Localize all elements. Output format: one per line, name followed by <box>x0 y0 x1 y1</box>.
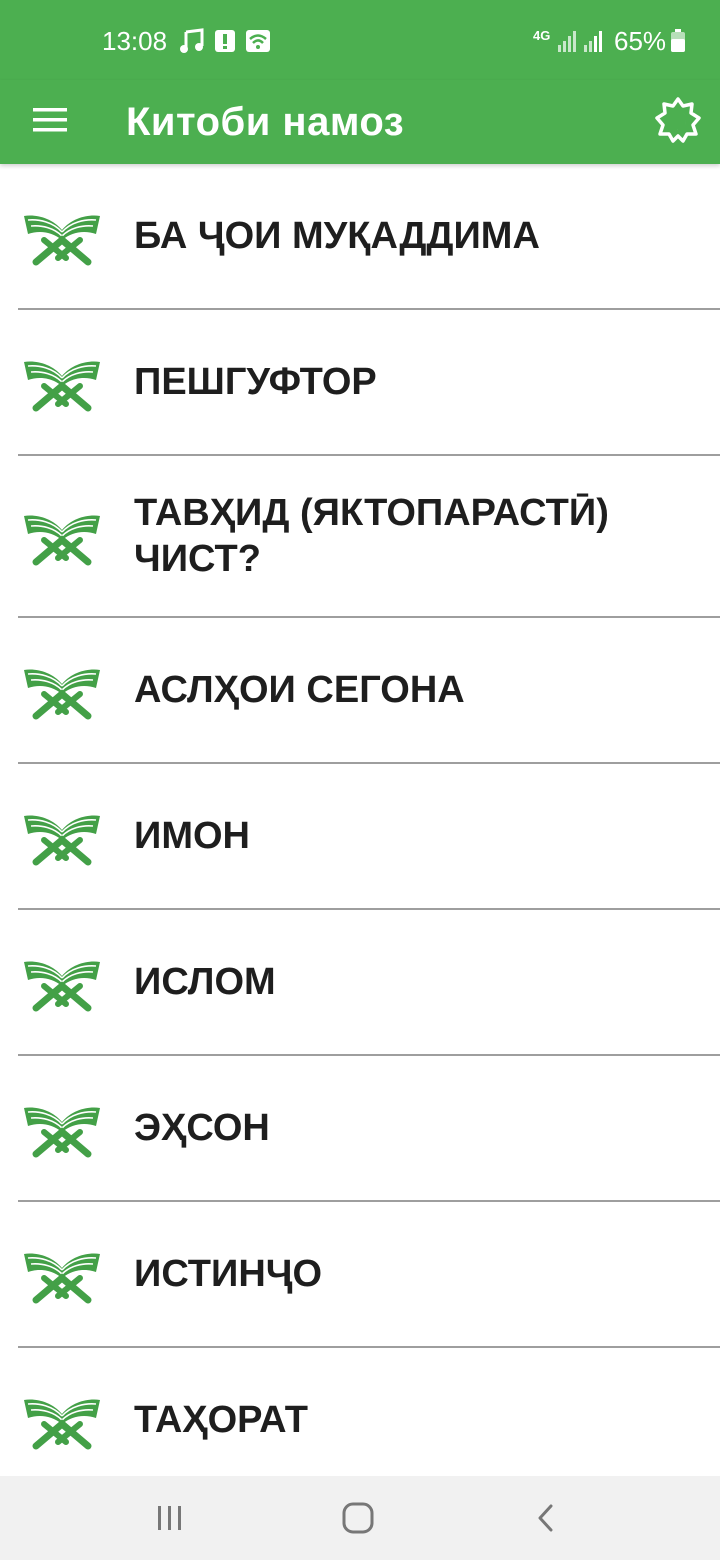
list-item[interactable]: ТАҲОРАТ <box>0 1348 720 1476</box>
quran-book-icon <box>22 806 102 866</box>
quran-book-icon <box>22 206 102 266</box>
back-icon <box>538 1504 553 1532</box>
music-note-icon <box>180 28 204 53</box>
list-item[interactable]: ПЕШГУФТОР <box>0 310 720 454</box>
home-button[interactable] <box>328 1494 388 1542</box>
list-item[interactable]: ЭҲСОН <box>0 1056 720 1200</box>
list-item[interactable]: ИМОН <box>0 764 720 908</box>
signal-icon-2 <box>584 31 602 52</box>
theme-toggle-button[interactable] <box>648 90 708 150</box>
list-item-label: БА ҶОИ МУҚАДДИМА <box>134 215 540 257</box>
list-item[interactable]: АСЛҲОИ СЕГОНА <box>0 618 720 762</box>
list-item-label: ЭҲСОН <box>134 1107 270 1149</box>
list-item-label: ИСЛОМ <box>134 961 276 1003</box>
list-item-label: ТАВҲИД (ЯКТОПАРАСТӢ) ЧИСТ? <box>134 492 609 580</box>
alert-icon <box>215 30 235 52</box>
recent-apps-icon <box>158 1506 181 1530</box>
system-nav-bar <box>0 1476 720 1560</box>
quran-book-icon <box>22 506 102 566</box>
home-icon <box>342 1502 374 1534</box>
back-button[interactable] <box>516 1494 576 1542</box>
theme-toggle-icon <box>655 97 701 143</box>
list-item-label: АСЛҲОИ СЕГОНА <box>134 669 465 711</box>
list-item-label: ИМОН <box>134 815 250 857</box>
recent-apps-button[interactable] <box>140 1494 200 1542</box>
app-bar: Китоби намоз <box>0 80 720 164</box>
quran-book-icon <box>22 660 102 720</box>
list-item[interactable]: БА ҶОИ МУҚАДДИМА <box>0 164 720 308</box>
list-item[interactable]: ТАВҲИД (ЯКТОПАРАСТӢ) ЧИСТ? <box>0 456 720 616</box>
list-item[interactable]: ИСЛОМ <box>0 910 720 1054</box>
battery-icon <box>671 29 685 52</box>
chapter-list: БА ҶОИ МУҚАДДИМА ПЕШГУФТОР ТАВҲИД (ЯКТОП… <box>0 164 720 1476</box>
network-type: 4G <box>533 28 551 43</box>
signal-icon <box>558 31 576 52</box>
list-item[interactable]: ИСТИНҶО <box>0 1202 720 1346</box>
list-item-label: ПЕШГУФТОР <box>134 361 377 403</box>
status-bar: 13:08 4G 65% <box>0 0 720 80</box>
list-item-label: ИСТИНҶО <box>134 1253 323 1295</box>
quran-book-icon <box>22 352 102 412</box>
quran-book-icon <box>22 1098 102 1158</box>
app-title: Китоби намоз <box>126 100 405 144</box>
status-time: 13:08 <box>102 26 168 56</box>
battery-percent: 65% <box>614 26 667 56</box>
list-item-label: ТАҲОРАТ <box>134 1399 308 1441</box>
quran-book-icon <box>22 1244 102 1304</box>
hamburger-menu-icon <box>33 108 67 132</box>
quran-book-icon <box>22 952 102 1012</box>
quran-book-icon <box>22 1390 102 1450</box>
menu-button[interactable] <box>22 92 78 148</box>
wifi-calling-icon <box>246 30 270 52</box>
